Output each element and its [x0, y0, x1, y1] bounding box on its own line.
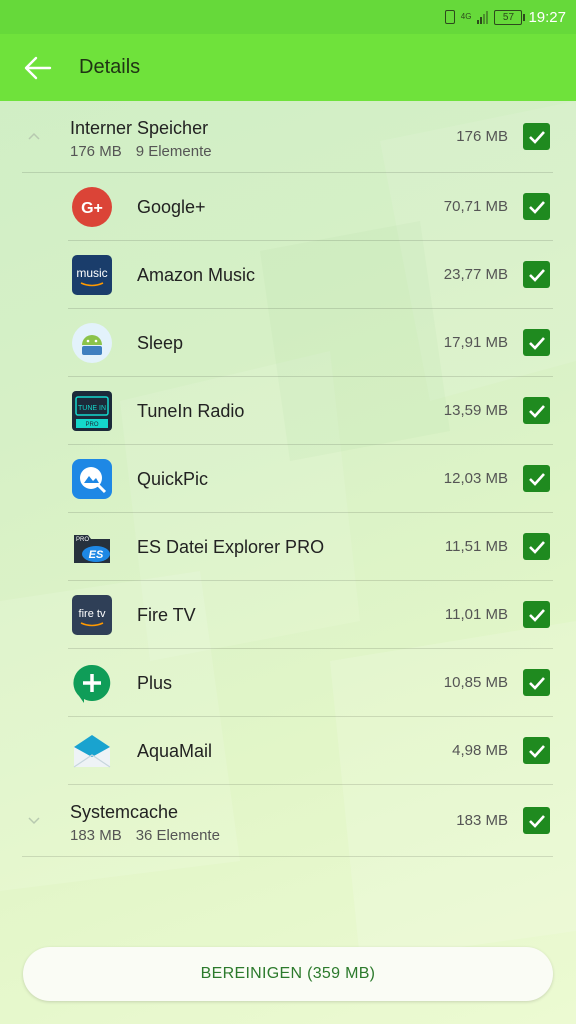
app-size: 13,59 MB — [443, 402, 508, 419]
group-internal-storage[interactable]: Interner Speicher 176 MB 9 Elemente 176 M… — [0, 102, 576, 172]
group-total-size: 183 MB — [456, 812, 508, 829]
aquamail-icon — [73, 735, 111, 768]
group-size: 183 MB — [70, 827, 122, 844]
svg-text:G+: G+ — [81, 200, 103, 217]
clock: 19:27 — [528, 8, 566, 26]
checkmark-icon — [528, 200, 545, 214]
es-file-explorer-icon: PRO ES — [74, 535, 110, 563]
group-subtitle: 183 MB 36 Elemente — [70, 827, 220, 844]
fire-tv-icon: fire tv — [72, 595, 112, 635]
battery-icon: 57 — [494, 9, 526, 25]
group-count: 36 Elemente — [135, 827, 220, 844]
app-checkbox[interactable] — [523, 601, 550, 628]
app-name: Plus — [137, 673, 173, 693]
app-checkbox[interactable] — [523, 397, 550, 424]
checkmark-icon — [528, 676, 545, 690]
app-name: TuneIn Radio — [137, 401, 245, 421]
back-button[interactable] — [14, 44, 62, 92]
app-size: 12,03 MB — [443, 470, 508, 487]
svg-text:music: music — [76, 266, 107, 280]
app-row-quickpic[interactable]: QuickPic 12,03 MB — [0, 445, 576, 513]
clean-button[interactable]: BEREINIGEN (359 MB) — [23, 947, 553, 1001]
group-system-cache[interactable]: Systemcache 183 MB 36 Elemente 183 MB — [0, 786, 576, 856]
app-name: Google+ — [137, 197, 206, 217]
chevron-up-icon — [28, 132, 40, 140]
svg-text:ES: ES — [89, 549, 104, 561]
app-row-google-plus[interactable]: G+ Google+ 70,71 MB — [0, 173, 576, 241]
app-name: AquaMail — [137, 741, 213, 761]
checkmark-icon — [528, 744, 545, 758]
tunein-radio-icon: TUNE IN PRO — [72, 391, 112, 431]
group-title: Systemcache — [70, 802, 179, 822]
app-checkbox[interactable] — [523, 533, 550, 560]
checkmark-icon — [528, 130, 545, 144]
group-count: 9 Elemente — [135, 143, 212, 160]
app-checkbox[interactable] — [523, 329, 550, 356]
app-row-amazon-music[interactable]: music Amazon Music 23,77 MB — [0, 241, 576, 309]
divider — [68, 784, 553, 785]
app-size: 11,51 MB — [444, 538, 508, 555]
app-size: 17,91 MB — [443, 334, 508, 351]
checkmark-icon — [528, 404, 545, 418]
app-checkbox[interactable] — [523, 193, 550, 220]
app-bar: Details — [0, 34, 576, 101]
app-size: 11,01 MB — [444, 606, 508, 623]
svg-text:TUNE IN: TUNE IN — [78, 405, 106, 412]
checkmark-icon — [528, 472, 545, 486]
app-row-plus[interactable]: Plus 10,85 MB — [0, 649, 576, 717]
group-subtitle: 176 MB 9 Elemente — [70, 143, 212, 160]
svg-text:PRO: PRO — [85, 422, 98, 428]
app-size: 4,98 MB — [452, 742, 508, 759]
app-row-sleep[interactable]: Sleep 17,91 MB — [0, 309, 576, 377]
app-name: Sleep — [137, 333, 184, 353]
svg-text:fire tv: fire tv — [79, 608, 106, 620]
app-checkbox[interactable] — [523, 737, 550, 764]
page-title: Details — [79, 56, 141, 78]
amazon-music-icon: music — [72, 255, 112, 295]
app-name: Fire TV — [137, 605, 196, 625]
app-size: 70,71 MB — [443, 198, 508, 215]
app-row-es-explorer[interactable]: PRO ES ES Datei Explorer PRO 11,51 MB — [0, 513, 576, 581]
checkmark-icon — [528, 336, 545, 350]
app-name: ES Datei Explorer PRO — [137, 537, 325, 557]
checkmark-icon — [528, 608, 545, 622]
group-total-size: 176 MB — [456, 128, 508, 145]
network-type: 4G — [460, 12, 472, 21]
app-checkbox[interactable] — [523, 261, 550, 288]
checkmark-icon — [528, 540, 545, 554]
app-checkbox[interactable] — [523, 669, 550, 696]
app-name: QuickPic — [137, 469, 209, 489]
app-name: Amazon Music — [137, 265, 256, 285]
google-plus-icon: G+ — [72, 187, 112, 227]
app-row-fire-tv[interactable]: fire tv Fire TV 11,01 MB — [0, 581, 576, 649]
app-row-tunein-radio[interactable]: TUNE IN PRO TuneIn Radio 13,59 MB — [0, 377, 576, 445]
chevron-down-icon — [28, 817, 40, 825]
quickpic-icon — [72, 459, 112, 499]
group-checkbox[interactable] — [523, 807, 550, 834]
group-title: Interner Speicher — [70, 118, 209, 138]
app-size: 10,85 MB — [443, 674, 508, 691]
checkmark-icon — [528, 814, 545, 828]
status-bar: 4G 57 19:27 — [0, 0, 576, 34]
divider — [22, 856, 553, 857]
checkmark-icon — [528, 268, 545, 282]
plus-messenger-icon — [73, 664, 111, 703]
back-arrow-icon — [24, 56, 52, 80]
vibrate-icon — [444, 10, 455, 24]
sleep-android-icon — [72, 323, 112, 363]
svg-text:PRO: PRO — [76, 537, 89, 543]
app-size: 23,77 MB — [443, 266, 508, 283]
app-row-aquamail[interactable]: AquaMail 4,98 MB — [0, 717, 576, 785]
group-size: 176 MB — [70, 143, 122, 160]
signal-icon — [477, 10, 489, 24]
app-checkbox[interactable] — [523, 465, 550, 492]
group-checkbox[interactable] — [523, 123, 550, 150]
